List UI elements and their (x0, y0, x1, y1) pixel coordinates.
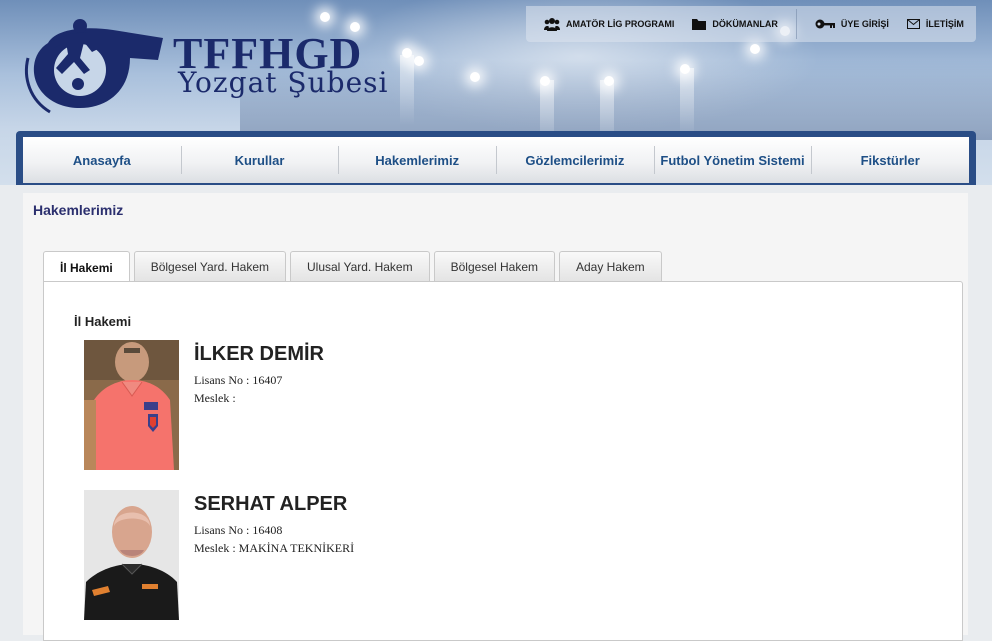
stadium-light (604, 76, 614, 86)
tab-aday-hakem[interactable]: Aday Hakem (558, 251, 662, 282)
top-link-label: ÜYE GİRİŞİ (840, 19, 889, 29)
top-link-uye-girisi[interactable]: ÜYE GİRİŞİ (815, 19, 889, 29)
referee-job: Meslek : (194, 391, 236, 405)
nav-item-futbol-yonetim-sistemi[interactable]: Futbol Yönetim Sistemi (653, 137, 812, 183)
page-title: Hakemlerimiz (33, 202, 124, 218)
stadium-light (750, 44, 760, 54)
top-link-label: AMATÖR LİG PROGRAMI (566, 19, 675, 29)
stadium-light (320, 12, 330, 22)
referee-photo[interactable] (84, 490, 179, 620)
tab-bolgesel-yard-hakem[interactable]: Bölgesel Yard. Hakem (133, 251, 286, 282)
stadium-light (540, 76, 550, 86)
referee-license: Lisans No : 16407 (194, 373, 283, 387)
referee-card: İLKER DEMİR Lisans No : 16407 Meslek : (84, 340, 784, 472)
tab-bolgesel-hakem[interactable]: Bölgesel Hakem (433, 251, 555, 282)
stadium-light (414, 56, 424, 66)
referee-job: Meslek : MAKİNA TEKNİKERİ (194, 541, 355, 555)
nav-item-hakemlerimiz[interactable]: Hakemlerimiz (338, 137, 496, 183)
stadium-light (470, 72, 480, 82)
whistle-logo-icon[interactable] (18, 8, 168, 118)
top-link-iletisim[interactable]: İLETİŞİM (906, 19, 964, 29)
section-heading: İl Hakemi (74, 314, 132, 329)
referee-tabs: İl Hakemi Bölgesel Yard. Hakem Ulusal Ya… (43, 251, 662, 283)
nav-item-anasayfa[interactable]: Anasayfa (23, 137, 181, 183)
referee-name: İLKER DEMİR (194, 343, 324, 365)
nav-item-fiksturler[interactable]: Fikstürler (811, 137, 969, 183)
brand-subtitle: Yozgat Şubesi (178, 66, 389, 99)
top-links-divider (795, 9, 797, 39)
envelope-icon (906, 19, 920, 29)
top-links-bar: AMATÖR LİG PROGRAMI DÖKÜMANLAR ÜYE GİRİŞ… (526, 6, 976, 42)
referee-license: Lisans No : 16408 (194, 523, 283, 537)
light-beam (400, 55, 414, 125)
tab-panel: İl Hakemi İLKER DEMİR Lisans No : 16407 … (43, 281, 963, 641)
key-icon (815, 19, 835, 29)
stadium-light (680, 64, 690, 74)
top-link-amator-lig[interactable]: AMATÖR LİG PROGRAMI (544, 17, 674, 31)
top-link-dokumanlar[interactable]: DÖKÜMANLAR (692, 18, 778, 30)
folder-icon (692, 19, 707, 30)
main-nav: Anasayfa Kurullar Hakemlerimiz Gözlemcil… (23, 137, 969, 183)
referee-name: SERHAT ALPER (194, 493, 348, 515)
stadium-light (402, 48, 412, 58)
top-link-label: İLETİŞİM (925, 19, 964, 29)
nav-item-gozlemcilerimiz[interactable]: Gözlemcilerimiz (496, 137, 654, 183)
tab-ulusal-yard-hakem[interactable]: Ulusal Yard. Hakem (290, 251, 430, 282)
referee-photo[interactable] (84, 340, 179, 470)
light-beam (680, 68, 694, 138)
tab-il-hakemi[interactable]: İl Hakemi (43, 251, 130, 283)
people-icon (544, 18, 560, 31)
main-content: Hakemlerimiz İl Hakemi Bölgesel Yard. Ha… (23, 193, 968, 641)
top-link-label: DÖKÜMANLAR (712, 19, 778, 29)
referee-card: SERHAT ALPER Lisans No : 16408 Meslek : … (84, 490, 784, 622)
nav-item-kurullar[interactable]: Kurullar (180, 137, 339, 183)
